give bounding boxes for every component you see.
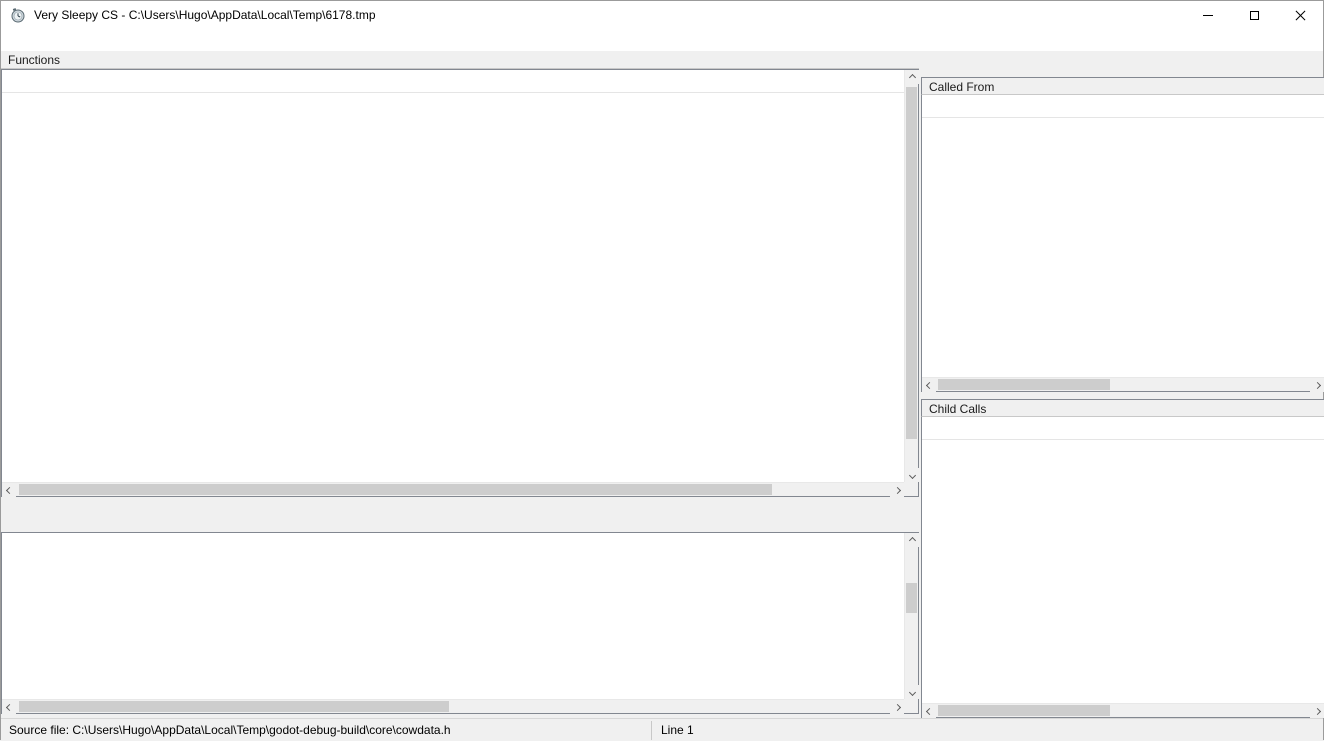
scrollbar-thumb[interactable] [19, 701, 449, 712]
called-from-horizontal-scrollbar[interactable] [922, 377, 1324, 391]
maximize-button[interactable] [1231, 1, 1277, 29]
called-from-header [922, 95, 1324, 118]
child-calls-group: Child Calls [921, 399, 1324, 718]
minimize-button[interactable] [1185, 1, 1231, 29]
functions-table-header [2, 70, 904, 93]
menu-bar [1, 29, 1323, 51]
status-source-file: Source file: C:\Users\Hugo\AppData\Local… [9, 723, 451, 737]
functions-vertical-scrollbar[interactable] [904, 70, 918, 482]
minimize-icon [1203, 15, 1213, 16]
scrollbar-thumb[interactable] [906, 583, 917, 613]
source-panel [1, 532, 919, 714]
chevron-down-icon [908, 471, 915, 478]
status-line-number: Line 1 [661, 723, 694, 737]
scroll-up-button[interactable] [905, 70, 919, 84]
scroll-left-button[interactable] [922, 378, 936, 392]
app-window: Very Sleepy CS - C:\Users\Hugo\AppData\L… [0, 0, 1324, 740]
main-area: Functions [1, 51, 1323, 718]
chevron-right-icon [893, 703, 900, 710]
chevron-right-icon [893, 486, 900, 493]
called-from-group: Called From [921, 77, 1324, 392]
functions-caption: Functions [1, 51, 919, 69]
right-region: Called From Child Calls [921, 51, 1324, 718]
scroll-right-button[interactable] [1310, 704, 1324, 718]
scrollbar-thumb[interactable] [906, 87, 917, 439]
chevron-right-icon [1313, 707, 1320, 714]
scrollbar-thumb[interactable] [19, 484, 772, 495]
scrollbar-corner [904, 699, 918, 713]
scrollbar-thumb[interactable] [938, 705, 1110, 716]
child-calls-header [922, 417, 1324, 440]
scrollbar-corner [904, 482, 918, 496]
functions-table [1, 69, 919, 497]
left-region: Functions [1, 51, 919, 718]
scrollbar-thumb[interactable] [938, 379, 1110, 390]
chevron-right-icon [1313, 381, 1320, 388]
close-button[interactable] [1277, 1, 1323, 29]
averages-content: Called From Child Calls [921, 77, 1324, 718]
source-horizontal-scrollbar[interactable] [2, 699, 904, 713]
app-icon [10, 7, 26, 23]
source-vertical-scrollbar[interactable] [904, 533, 918, 699]
scroll-down-button[interactable] [905, 685, 919, 699]
called-from-caption: Called From [921, 77, 1324, 95]
chevron-left-icon [5, 486, 12, 493]
scroll-right-button[interactable] [890, 483, 904, 497]
child-calls-caption: Child Calls [921, 399, 1324, 417]
scroll-down-button[interactable] [905, 468, 919, 482]
status-divider [651, 721, 652, 740]
source-code-view[interactable] [2, 533, 904, 699]
chevron-left-icon [925, 707, 932, 714]
window-title: Very Sleepy CS - C:\Users\Hugo\AppData\L… [34, 8, 376, 22]
scroll-left-button[interactable] [2, 483, 16, 497]
scroll-left-button[interactable] [2, 700, 16, 714]
chevron-left-icon [925, 381, 932, 388]
chevron-up-icon [908, 73, 915, 80]
chevron-down-icon [908, 688, 915, 695]
scroll-left-button[interactable] [922, 704, 936, 718]
functions-horizontal-scrollbar[interactable] [2, 482, 904, 496]
functions-table-body [2, 93, 904, 482]
scroll-right-button[interactable] [1310, 378, 1324, 392]
child-calls-horizontal-scrollbar[interactable] [922, 703, 1324, 717]
title-bar: Very Sleepy CS - C:\Users\Hugo\AppData\L… [1, 1, 1323, 29]
chevron-left-icon [5, 703, 12, 710]
maximize-icon [1250, 11, 1259, 20]
close-icon [1295, 10, 1306, 21]
scroll-right-button[interactable] [890, 700, 904, 714]
scroll-up-button[interactable] [905, 533, 919, 547]
chevron-up-icon [908, 536, 915, 543]
status-bar: Source file: C:\Users\Hugo\AppData\Local… [1, 718, 1323, 741]
